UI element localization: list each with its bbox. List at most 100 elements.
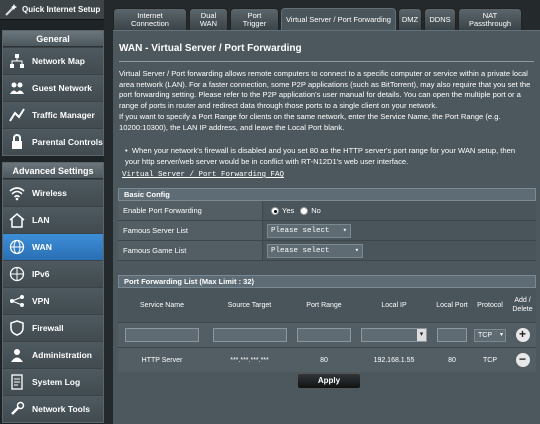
log-icon <box>8 373 26 391</box>
sidebar-item-guest-network[interactable]: Guest Network <box>3 74 103 101</box>
sidebar-item-network-tools[interactable]: Network Tools <box>3 395 103 422</box>
famous-game-select[interactable]: Please select <box>267 243 363 258</box>
sidebar-item-parental-controls[interactable]: Parental Controls <box>3 128 103 155</box>
page-title: WAN - Virtual Server / Port Forwarding <box>119 43 302 54</box>
protocol-select[interactable]: TCP <box>474 328 506 342</box>
famous-server-select[interactable]: Please select <box>267 223 351 238</box>
game-list-row: Famous Game List Please select <box>118 241 536 261</box>
sidebar-item-administration[interactable]: Administration <box>3 341 103 368</box>
server-list-cell: Please select <box>263 223 351 238</box>
service-name-input[interactable] <box>125 328 199 342</box>
admin-person-icon <box>8 346 26 364</box>
col-add-delete: Add / Delete <box>512 297 533 313</box>
tab-port-trigger[interactable]: Port Trigger <box>230 8 279 30</box>
sidebar-item-label: Guest Network <box>32 83 92 93</box>
port-range-input[interactable] <box>297 328 351 342</box>
server-list-label: Famous Server List <box>118 221 263 240</box>
col-local-ip: Local IP <box>381 301 407 309</box>
sidebar-item-system-log[interactable]: System Log <box>3 368 103 395</box>
add-rule-button[interactable]: + <box>515 328 530 342</box>
lock-icon <box>8 133 26 151</box>
content-panel: WAN - Virtual Server / Port Forwarding V… <box>113 30 540 424</box>
yes-label: Yes <box>282 206 295 215</box>
tab-bar: Internet Connection Dual WAN Port Trigge… <box>113 8 524 30</box>
local-port-input[interactable] <box>437 328 467 342</box>
title-divider <box>119 61 534 62</box>
server-list-row: Famous Server List Please select <box>118 221 536 241</box>
sidebar-item-label: VPN <box>32 296 50 306</box>
vpn-icon <box>8 292 26 310</box>
sidebar-item-label: IPv6 <box>32 269 50 279</box>
bullet-icon: • <box>125 146 132 155</box>
quick-setup-label: Quick Internet Setup <box>22 4 101 14</box>
general-title: General <box>3 31 103 47</box>
description-paragraph-1: Virtual Server / Port forwarding allows … <box>119 69 531 111</box>
main-content: Internet Connection Dual WAN Port Trigge… <box>108 0 540 424</box>
page-description: Virtual Server / Port forwarding allows … <box>119 69 536 133</box>
sidebar-item-wireless[interactable]: Wireless <box>3 179 103 206</box>
traffic-manager-icon <box>8 106 26 124</box>
enable-radio-group: Yes No <box>263 206 327 215</box>
sidebar-item-traffic-manager[interactable]: Traffic Manager <box>3 101 103 128</box>
enable-row: Enable Port Forwarding Yes No <box>118 201 536 221</box>
row-local-port: 80 <box>448 356 456 364</box>
col-service-name: Service Name <box>140 301 184 309</box>
sidebar-item-label: Network Map <box>32 56 85 66</box>
port-forwarding-title: Port Forwarding List (Max Limit : 32) <box>118 275 536 288</box>
sidebar-item-label: Firewall <box>32 323 64 333</box>
home-icon <box>8 211 26 229</box>
col-port-range: Port Range <box>306 301 342 309</box>
basic-config-title: Basic Config <box>118 188 536 201</box>
basic-config-section: Basic Config Enable Port Forwarding Yes … <box>118 188 536 261</box>
tab-internet-connection[interactable]: Internet Connection <box>113 8 187 30</box>
apply-button[interactable]: Apply <box>297 373 361 389</box>
advanced-title: Advanced Settings <box>3 163 103 179</box>
sidebar-item-wan[interactable]: WAN <box>3 233 103 260</box>
no-label: No <box>311 206 321 215</box>
col-local-port: Local Port <box>436 301 468 309</box>
wifi-icon <box>8 184 26 202</box>
quick-setup-button[interactable]: Quick Internet Setup <box>0 0 104 20</box>
sidebar-item-label: Administration <box>32 350 92 360</box>
advanced-group: Advanced Settings Wireless LAN WAN IPv6 … <box>2 162 104 423</box>
shield-icon <box>8 319 26 337</box>
tab-ddns[interactable]: DDNS <box>424 8 456 30</box>
sidebar-item-firewall[interactable]: Firewall <box>3 314 103 341</box>
game-list-cell: Please select <box>263 243 363 258</box>
sidebar-item-label: WAN <box>32 242 52 252</box>
source-target-input[interactable] <box>212 328 287 342</box>
sidebar-item-label: Parental Controls <box>32 137 103 147</box>
sidebar-item-vpn[interactable]: VPN <box>3 287 103 314</box>
tab-dual-wan[interactable]: Dual WAN <box>189 8 228 30</box>
tab-dmz[interactable]: DMZ <box>398 8 422 30</box>
row-protocol: TCP <box>483 356 497 364</box>
sidebar-item-label: LAN <box>32 215 50 225</box>
warning-note: • When your network's firewall is disabl… <box>125 146 530 167</box>
new-rule-row: ▾ TCP + <box>118 322 536 347</box>
table-header: Service Name Source Target Port Range Lo… <box>118 288 536 322</box>
tools-icon <box>8 400 26 418</box>
sidebar-item-ipv6[interactable]: IPv6 <box>3 260 103 287</box>
delete-rule-button[interactable]: − <box>515 353 530 367</box>
sidebar-item-network-map[interactable]: Network Map <box>3 47 103 74</box>
globe-icon <box>8 238 26 256</box>
enable-yes-radio[interactable] <box>271 206 279 215</box>
network-map-icon <box>8 52 26 70</box>
enable-no-radio[interactable] <box>300 206 309 215</box>
ip-dropdown-icon[interactable]: ▾ <box>417 329 426 341</box>
row-local-ip: 192.168.1.55 <box>373 356 415 364</box>
router-admin-page: Quick Internet Setup General Network Map… <box>0 0 540 424</box>
sidebar-item-lan[interactable]: LAN <box>3 206 103 233</box>
warning-text: When your network's firewall is disabled… <box>125 146 516 166</box>
tab-virtual-server[interactable]: Virtual Server / Port Forwarding <box>281 8 396 30</box>
row-service: HTTP Server <box>141 356 183 364</box>
col-source-target: Source Target <box>227 301 272 309</box>
general-group: General Network Map Guest Network Traffi… <box>2 30 104 156</box>
game-list-label: Famous Game List <box>118 241 263 260</box>
tab-nat-passthrough[interactable]: NAT Passthrough <box>458 8 522 30</box>
faq-link[interactable]: Virtual Server / Port Forwarding FAQ <box>122 171 284 179</box>
local-ip-input[interactable]: ▾ <box>361 328 427 342</box>
table-row: HTTP Server ***.***.***.*** 80 192.168.1… <box>118 347 536 372</box>
sidebar-item-label: Traffic Manager <box>32 110 95 120</box>
sidebar: Quick Internet Setup General Network Map… <box>0 0 104 424</box>
